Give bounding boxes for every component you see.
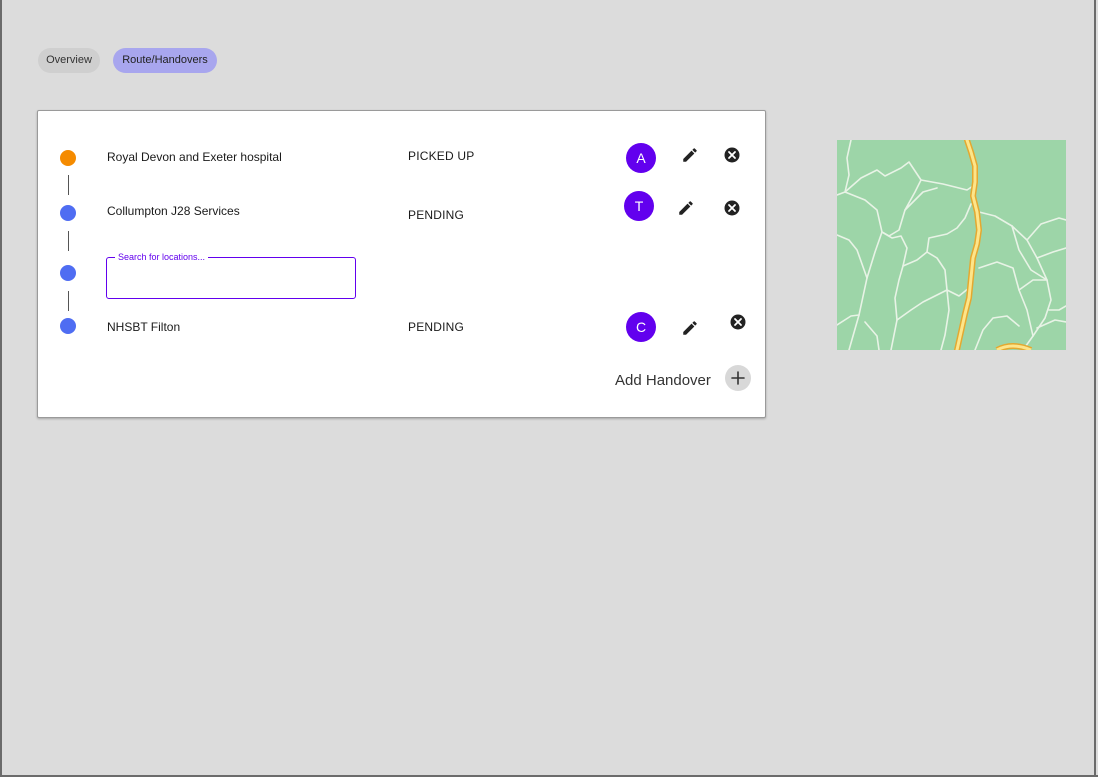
map-canvas (837, 140, 1066, 350)
route-connector (68, 231, 69, 251)
pencil-icon[interactable] (677, 199, 695, 217)
search-field-label: Search for locations... (115, 252, 209, 263)
route-connector (68, 291, 69, 311)
tab-route-handovers[interactable]: Route/Handovers (113, 48, 217, 73)
stop-marker-pending (60, 318, 76, 334)
pencil-icon[interactable] (681, 146, 699, 164)
stop-name: Collumpton J28 Services (107, 204, 240, 218)
close-circle-icon[interactable] (723, 199, 741, 217)
stop-marker-pending (60, 205, 76, 221)
add-handover-label[interactable]: Add Handover (615, 372, 711, 389)
location-search-input[interactable] (117, 270, 349, 292)
window-frame-right (1094, 0, 1096, 777)
add-handover-button[interactable] (725, 365, 751, 391)
pencil-icon[interactable] (681, 319, 699, 337)
driver-avatar[interactable]: T (624, 191, 654, 221)
location-search-field[interactable]: Search for locations... (106, 252, 356, 299)
map-road-fragment (995, 343, 1033, 350)
close-circle-icon[interactable] (729, 313, 747, 331)
stop-status: PENDING (408, 208, 465, 222)
tab-overview[interactable]: Overview (38, 48, 100, 73)
map-boundaries (837, 140, 1066, 350)
stop-name: NHSBT Filton (107, 320, 181, 334)
stop-marker-new (60, 265, 76, 281)
plus-icon (731, 371, 745, 385)
window-frame-left (0, 0, 2, 777)
stop-name: Royal Devon and Exeter hospital (107, 150, 282, 164)
stop-status: PENDING (408, 320, 465, 334)
map-route-road (954, 140, 982, 350)
route-map[interactable] (837, 140, 1066, 350)
driver-avatar[interactable]: C (626, 312, 656, 342)
stop-marker-picked-up (60, 150, 76, 166)
driver-avatar[interactable]: A (626, 143, 656, 173)
route-handovers-card: Royal Devon and Exeter hospital PICKED U… (37, 110, 766, 418)
route-connector (68, 175, 69, 195)
close-circle-icon[interactable] (723, 146, 741, 164)
stop-status: PICKED UP (408, 149, 475, 163)
